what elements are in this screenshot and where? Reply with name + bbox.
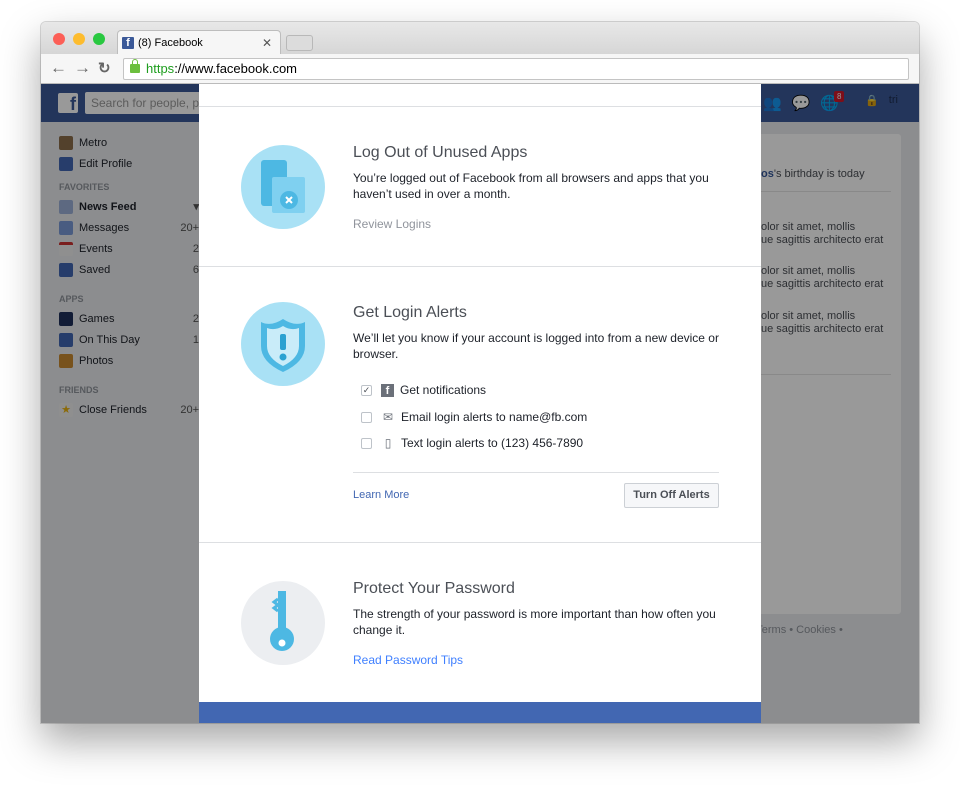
minimize-window-button[interactable] [73,33,85,45]
section-description: You’re logged out of Facebook from all b… [353,171,709,201]
section-title: Get Login Alerts [353,304,467,321]
email-alerts-option[interactable]: ✉ Email login alerts to name@fb.com [361,410,587,424]
reload-icon[interactable]: ↻ [98,59,111,77]
section-description: The strength of your password is more im… [353,607,716,637]
section-description: We’ll let you know if your account is lo… [353,331,719,361]
envelope-icon: ✉ [382,410,394,424]
address-bar-row: ← → ↻ https://www.facebook.com [41,54,919,84]
shield-alert-icon [241,302,325,386]
modal-footer-bar [199,702,761,723]
tab-title: (8) Facebook [138,36,203,49]
turn-off-alerts-button[interactable]: Turn Off Alerts [624,483,719,508]
review-logins-link[interactable]: Review Logins [353,217,431,231]
security-modal: Log Out of Unused Apps You’re logged out… [199,84,761,723]
browser-tab[interactable]: f (8) Facebook ✕ [117,30,281,54]
section-password: Protect Your Password The strength of yo… [199,542,761,702]
facebook-icon: f [381,383,394,397]
learn-more-link[interactable]: Learn More [353,489,409,501]
option-label: Email login alerts to name@fb.com [401,410,588,424]
url-input[interactable]: https://www.facebook.com [123,58,909,80]
close-window-button[interactable] [53,33,65,45]
text-alerts-option[interactable]: ▯ Text login alerts to (123) 456-7890 [361,436,583,450]
forward-icon[interactable]: → [74,58,91,78]
maximize-window-button[interactable] [93,33,105,45]
checkbox[interactable] [361,411,372,423]
section-title: Log Out of Unused Apps [353,144,528,161]
facebook-favicon-icon: f [122,36,134,49]
read-password-tips-link[interactable]: Read Password Tips [353,653,463,667]
new-tab-button[interactable] [286,35,313,51]
checkbox-checked[interactable]: ✓ [361,384,372,396]
facebook-page: f Search for people, p 👥 💬 🌐 🔒 tri 8 Met… [41,84,919,723]
close-tab-icon[interactable]: ✕ [262,36,272,50]
tab-bar: f (8) Facebook ✕ [41,22,919,54]
phone-icon: ▯ [384,436,392,450]
browser-window: f (8) Facebook ✕ ← → ↻ https://www.faceb… [41,22,919,723]
checkbox[interactable] [361,437,372,449]
section-unused-apps: Log Out of Unused Apps You’re logged out… [199,106,761,266]
get-notifications-option[interactable]: ✓ f Get notifications [361,383,486,397]
lock-icon [130,59,140,73]
key-icon [241,581,325,665]
url-scheme: https [146,61,175,76]
url-host: ://www.facebook.com [174,61,298,76]
option-label: Text login alerts to (123) 456-7890 [401,436,584,450]
section-title: Protect Your Password [353,580,515,597]
option-label: Get notifications [400,383,487,397]
back-icon[interactable]: ← [50,58,67,78]
section-login-alerts: Get Login Alerts We’ll let you know if y… [199,266,761,542]
devices-logout-icon [241,145,325,229]
